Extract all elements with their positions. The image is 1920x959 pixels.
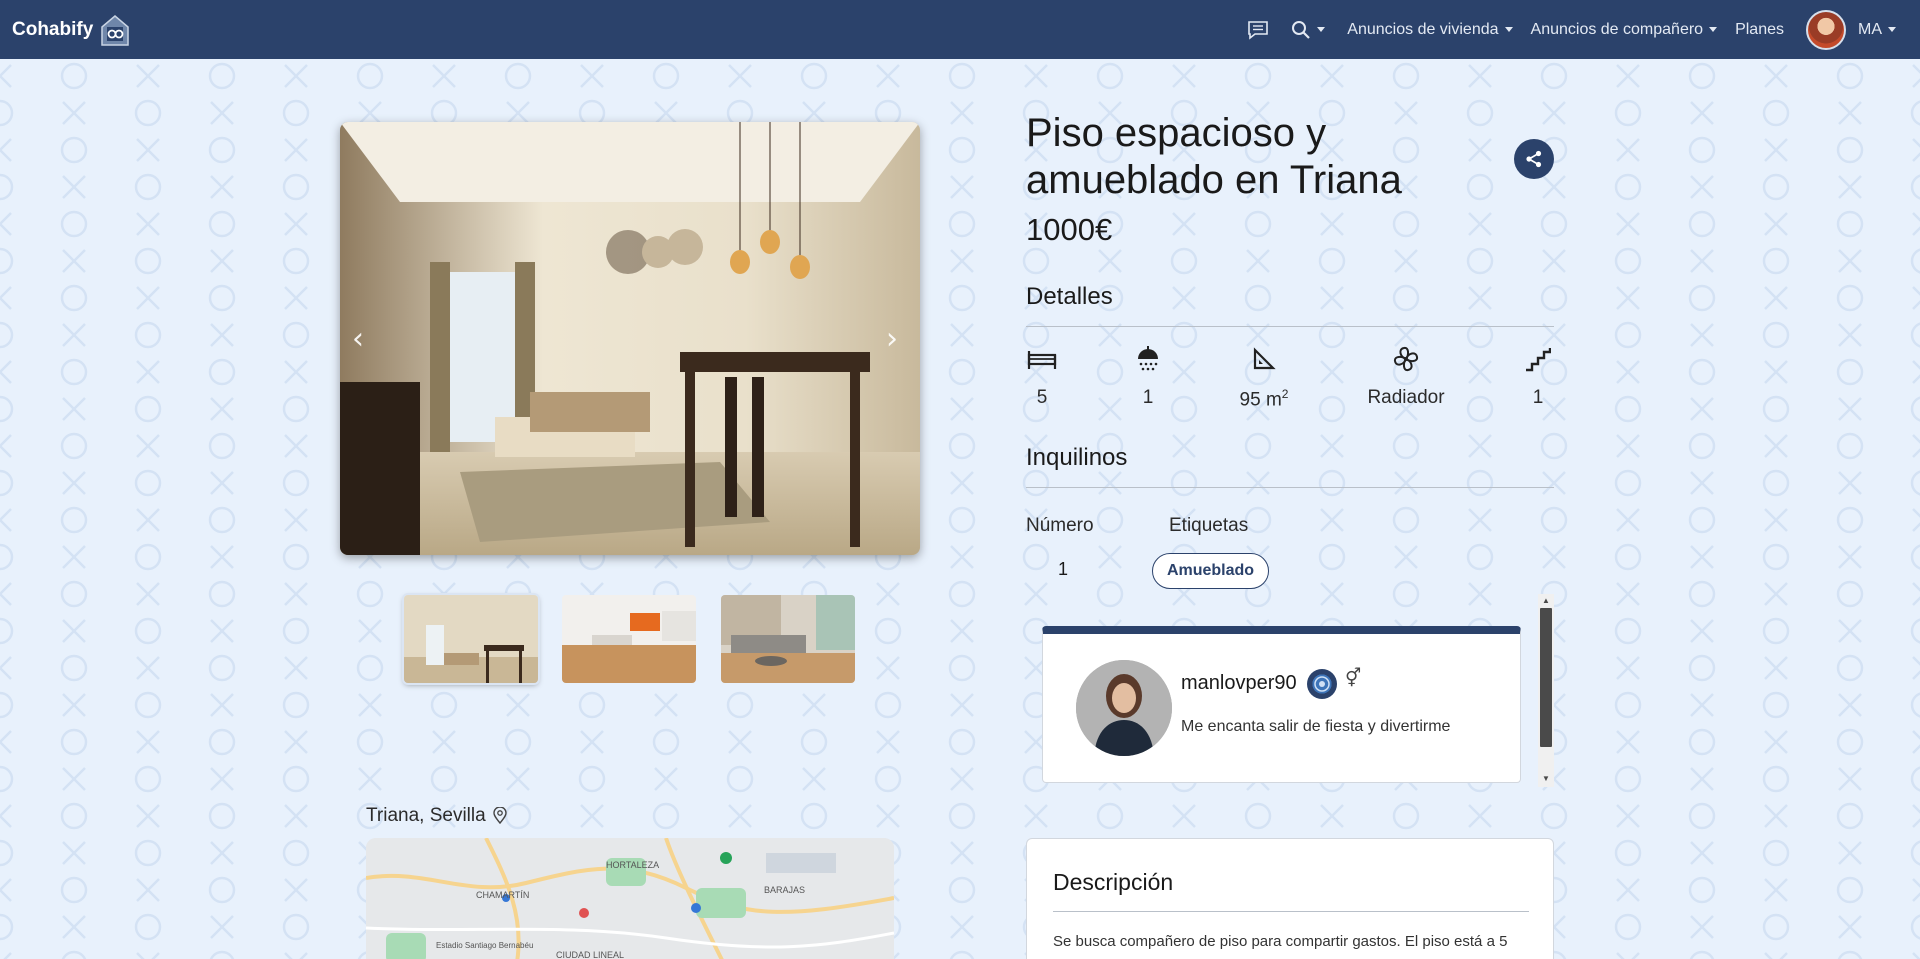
- messages-icon[interactable]: [1247, 20, 1269, 40]
- roommate-bio: Me encanta salir de fiesta y divertirme: [1181, 718, 1451, 735]
- details-heading: Detalles: [1026, 283, 1113, 310]
- map-label-hortaleza: HORTALEZA: [606, 860, 659, 870]
- feature-heating: Radiador: [1346, 343, 1466, 409]
- scroll-up-arrow-icon[interactable]: ▲: [1540, 595, 1552, 607]
- nav-right-menu: Anuncios de vivienda Anuncios de compañe…: [1229, 0, 1896, 59]
- brand-name: Cohabify: [12, 19, 94, 40]
- roommate-username[interactable]: manlovper90: [1181, 672, 1297, 695]
- chevron-down-icon: [1888, 27, 1896, 32]
- share-icon: [1526, 150, 1542, 168]
- thumbnail-3[interactable]: [721, 595, 855, 683]
- roommates-scroll-panel[interactable]: manlovper90 ⚥ Me encanta salir de fiesta…: [1026, 594, 1554, 787]
- housing-ads-label: Anuncios de vivienda: [1347, 20, 1499, 38]
- carousel-next-arrow-icon[interactable]: ›: [886, 321, 898, 356]
- area-icon: [1204, 343, 1324, 375]
- chevron-down-icon: [1504, 27, 1513, 32]
- verified-badge-icon: [1307, 669, 1337, 699]
- roommate-ads-label: Anuncios de compañero: [1530, 20, 1704, 38]
- thumbnail-1[interactable]: [404, 595, 538, 683]
- location-map[interactable]: HORTALEZA CHAMARTÍN BARAJAS Estadio Sant…: [366, 838, 894, 959]
- bathrooms-value: 1: [1142, 387, 1154, 408]
- main-photo-carousel[interactable]: ‹ ›: [340, 122, 920, 555]
- description-card: Descripción Se busca compañero de piso p…: [1026, 838, 1554, 959]
- bedrooms-value: 5: [1036, 387, 1048, 408]
- tenants-divider: [1026, 487, 1554, 488]
- heating-fan-icon: [1346, 343, 1466, 375]
- description-divider: [1053, 911, 1529, 912]
- chevron-down-icon: [1317, 27, 1326, 32]
- living-room-photo: [340, 122, 920, 555]
- location-text: Triana, Sevilla: [366, 805, 486, 826]
- carousel-prev-arrow-icon[interactable]: ‹: [352, 321, 364, 356]
- map-pin-icon: [492, 807, 507, 825]
- roommate-ads-dropdown[interactable]: Anuncios de compañero: [1531, 21, 1718, 39]
- housing-ads-dropdown[interactable]: Anuncios de vivienda: [1347, 20, 1513, 39]
- house-logo-icon: [98, 13, 132, 47]
- tenants-tags-label: Etiquetas: [1169, 515, 1249, 536]
- bed-icon: [982, 343, 1102, 375]
- shower-icon: [1088, 343, 1208, 375]
- search-dropdown[interactable]: [1291, 20, 1326, 40]
- tenants-heading: Inquilinos: [1026, 444, 1128, 471]
- background-pattern: [0, 59, 1920, 959]
- plans-link[interactable]: Planes: [1735, 21, 1784, 39]
- heating-value: Radiador: [1367, 387, 1445, 408]
- chevron-down-icon: [1709, 27, 1718, 32]
- roommate-card[interactable]: manlovper90 ⚥ Me encanta salir de fiesta…: [1042, 626, 1521, 783]
- floor-value: 1: [1532, 387, 1544, 408]
- share-button[interactable]: [1514, 139, 1554, 179]
- top-navbar: Cohabify Anuncios de vivienda Anuncios d…: [0, 0, 1920, 59]
- feature-bathrooms: 1: [1088, 343, 1208, 409]
- roommate-avatar: [1076, 660, 1172, 756]
- user-avatar: [1806, 9, 1846, 50]
- listing-price: 1000€: [1026, 212, 1113, 247]
- feature-area: 95 m2: [1204, 343, 1324, 411]
- gender-icon: ⚥: [1345, 668, 1362, 688]
- area-value: 95 m2: [1239, 387, 1289, 411]
- tenants-number-value: 1: [1058, 559, 1069, 579]
- brand-logo-link[interactable]: Cohabify: [12, 12, 132, 48]
- listing-title: Piso espacioso y amueblado en Triana: [1026, 111, 1402, 202]
- scroll-down-arrow-icon[interactable]: ▼: [1540, 773, 1552, 785]
- user-initials: MA: [1858, 20, 1882, 38]
- thumbnail-2[interactable]: [562, 595, 696, 683]
- scrollbar-thumb[interactable]: [1540, 608, 1552, 747]
- map-label-chamartin: CHAMARTÍN: [476, 890, 529, 900]
- stairs-icon: [1478, 343, 1598, 375]
- feature-floor: 1: [1478, 343, 1598, 409]
- tag-badge: Amueblado: [1152, 553, 1269, 589]
- description-text: Se busca compañero de piso para comparti…: [1053, 933, 1508, 950]
- map-label-barajas: BARAJAS: [764, 885, 805, 895]
- user-menu-dropdown[interactable]: MA: [1806, 9, 1896, 50]
- tenants-number-label: Número: [1026, 515, 1094, 536]
- map-label-bernabeu: Estadio Santiago Bernabéu: [436, 941, 533, 950]
- feature-bedrooms: 5: [982, 343, 1102, 409]
- search-icon: [1292, 20, 1311, 39]
- details-divider: [1026, 326, 1554, 327]
- map-label-ciudad-lineal: CIUDAD LINEAL: [556, 950, 624, 959]
- location-label: Triana, Sevilla: [366, 805, 508, 827]
- description-heading: Descripción: [1053, 869, 1174, 895]
